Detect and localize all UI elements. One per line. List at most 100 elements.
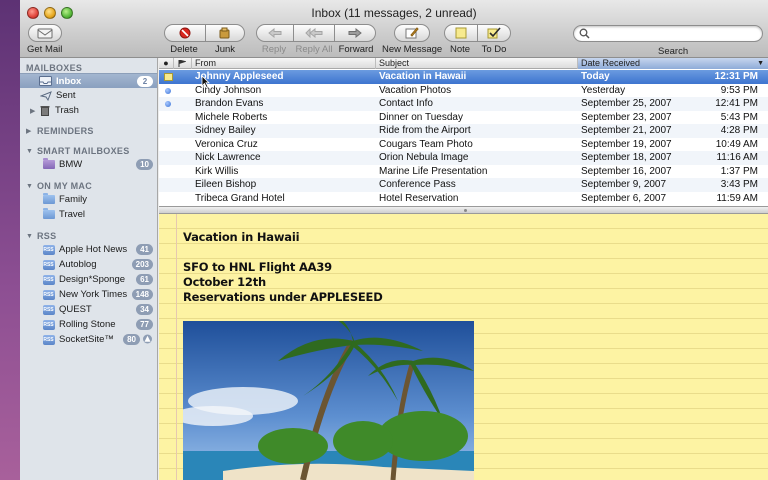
message-time: 9:53 PM — [720, 84, 758, 96]
get-mail-icon — [37, 28, 53, 39]
unread-count-badge: 148 — [131, 289, 153, 300]
message-time: 5:43 PM — [720, 111, 758, 123]
message-subject: Dinner on Tuesday — [379, 111, 463, 123]
reply-all-button[interactable] — [293, 24, 335, 42]
folder-icon — [42, 193, 55, 205]
sidebar-item-inbox[interactable]: Inbox 2 — [20, 73, 157, 88]
split-view-divider[interactable] — [159, 206, 768, 214]
junk-icon — [219, 27, 230, 39]
on-my-mac-header[interactable]: ▼ ON MY MAC — [26, 181, 92, 191]
sidebar-item-family[interactable]: Family — [20, 192, 157, 207]
sidebar-item-label: New York Times — [59, 289, 128, 300]
message-row[interactable]: Veronica Cruz Cougars Team Photo Septemb… — [159, 138, 768, 152]
reply-button[interactable] — [256, 24, 294, 42]
message-row[interactable]: Eileen Bishop Conference Pass September … — [159, 178, 768, 192]
reminders-header[interactable]: ▶ REMINDERS — [26, 126, 94, 136]
disclosure-triangle-icon[interactable]: ▶ — [26, 127, 34, 135]
sidebar: MAILBOXES Inbox 2 Sent ▶ Trash ▶ REMINDE… — [20, 58, 158, 480]
junk-button[interactable] — [204, 24, 245, 42]
inbox-icon — [39, 76, 52, 87]
disclosure-triangle-icon[interactable]: ▼ — [26, 183, 34, 190]
subject-column-header[interactable]: Subject — [376, 58, 578, 69]
note-button[interactable] — [443, 24, 478, 42]
search-input[interactable] — [590, 27, 758, 40]
message-date: September 6, 2007 — [581, 192, 667, 204]
reminders-header-label: REMINDERS — [37, 126, 94, 136]
unread-count-badge: 80 — [123, 334, 140, 345]
smart-mailboxes-header[interactable]: ▼ SMART MAILBOXES — [26, 146, 130, 156]
sidebar-item-trash[interactable]: ▶ Trash — [20, 103, 157, 118]
reply-group: Reply Reply All Forward — [255, 24, 377, 55]
message-subject: Hotel Reservation — [379, 192, 459, 204]
mail-window: Inbox (11 messages, 2 unread) Get Mail D… — [20, 0, 768, 480]
new-message-button[interactable]: New Message — [382, 24, 442, 55]
attachment-column-header[interactable] — [174, 58, 192, 69]
sidebar-item-rolling-stone[interactable]: RSS Rolling Stone 77 — [20, 317, 157, 332]
forward-label: Forward — [338, 44, 374, 55]
disclosure-triangle-icon[interactable]: ▼ — [26, 233, 34, 240]
sidebar-item-travel[interactable]: Travel — [20, 207, 157, 222]
rss-feed-icon: RSS — [42, 334, 55, 345]
disclosure-triangle-icon[interactable]: ▼ — [26, 148, 34, 155]
reply-label: Reply — [261, 44, 287, 55]
sidebar-item-quest[interactable]: RSS QUEST 34 — [20, 302, 157, 317]
message-time: 12:31 PM — [714, 71, 758, 82]
message-time: 12:41 PM — [715, 98, 758, 109]
from-column-header[interactable]: From — [192, 58, 376, 69]
note-margin-line — [176, 214, 177, 480]
todo-button[interactable] — [476, 24, 511, 42]
message-row[interactable]: Tribeca Grand Hotel Hotel Reservation Se… — [159, 192, 768, 206]
reply-all-arrow-icon — [305, 28, 323, 38]
sidebar-item-sent[interactable]: Sent — [20, 88, 157, 103]
unread-count-badge: 61 — [136, 274, 153, 285]
forward-button[interactable] — [334, 24, 376, 42]
message-row[interactable]: Michele Roberts Dinner on Tuesday Septem… — [159, 111, 768, 125]
message-from: Kirk Willis — [195, 165, 239, 177]
checkmark-icon — [487, 27, 501, 39]
unread-count-badge: 41 — [136, 244, 153, 255]
sidebar-item-apple-hot-news[interactable]: RSS Apple Hot News 41 — [20, 242, 157, 257]
sidebar-item-new-york-times[interactable]: RSS New York Times 148 — [20, 287, 157, 302]
note-line-flight: SFO to HNL Flight AA39 — [183, 260, 332, 274]
sidebar-item-autoblog[interactable]: RSS Autoblog 203 — [20, 257, 157, 272]
message-row[interactable]: Sidney Bailey Ride from the Airport Sept… — [159, 124, 768, 138]
note-todo-group: Note To Do — [443, 24, 511, 55]
message-date: September 18, 2007 — [581, 152, 672, 163]
divider-grip-icon[interactable] — [464, 209, 467, 212]
unread-count-badge: 2 — [137, 75, 153, 87]
smart-mailboxes-header-label: SMART MAILBOXES — [37, 146, 130, 156]
rss-feed-icon: RSS — [42, 289, 55, 300]
search-icon — [579, 28, 590, 39]
delete-button[interactable] — [163, 24, 206, 42]
rss-header[interactable]: ▼ RSS — [26, 231, 56, 241]
message-row[interactable]: Cindy Johnson Vacation Photos Yesterday … — [159, 84, 768, 98]
message-subject: Marine Life Presentation — [379, 165, 488, 177]
disclosure-triangle-icon[interactable]: ▶ — [30, 107, 38, 115]
sidebar-item-label: SocketSite™ — [59, 334, 114, 345]
message-time: 1:37 PM — [720, 165, 758, 177]
sidebar-item-socketsite[interactable]: RSS SocketSite™ 80 — [20, 332, 157, 347]
message-row[interactable]: Brandon Evans Contact Info September 25,… — [159, 97, 768, 111]
note-label: Note — [449, 44, 471, 55]
message-from: Tribeca Grand Hotel — [195, 192, 285, 204]
message-date: September 21, 2007 — [581, 125, 672, 136]
message-row[interactable]: Johnny Appleseed Vacation in Hawaii Toda… — [159, 70, 768, 84]
message-time: 11:59 AM — [716, 192, 758, 204]
sidebar-item-label: Family — [59, 194, 87, 205]
message-row[interactable]: Kirk Willis Marine Life Presentation Sep… — [159, 165, 768, 179]
message-preview: Vacation in Hawaii SFO to HNL Flight AA3… — [159, 214, 768, 480]
mouse-pointer-icon — [201, 75, 210, 88]
search-field[interactable] — [573, 25, 763, 42]
message-subject: Contact Info — [379, 98, 433, 109]
message-row[interactable]: Nick Lawrence Orion Nebula Image Septemb… — [159, 151, 768, 165]
vacation-photo[interactable] — [183, 321, 474, 480]
get-mail-button[interactable]: Get Mail — [27, 24, 62, 55]
message-subject: Ride from the Airport — [379, 125, 471, 136]
unread-count-badge: 34 — [136, 304, 153, 315]
sidebar-item-design-sponge[interactable]: RSS Design*Sponge 61 — [20, 272, 157, 287]
date-column-header[interactable]: Date Received ▼ — [578, 58, 768, 69]
unread-column-header[interactable]: ● — [159, 58, 174, 69]
message-subject: Conference Pass — [379, 179, 456, 190]
date-column-label: Date Received — [581, 58, 641, 68]
sidebar-item-bmw[interactable]: BMW 10 — [20, 157, 157, 172]
